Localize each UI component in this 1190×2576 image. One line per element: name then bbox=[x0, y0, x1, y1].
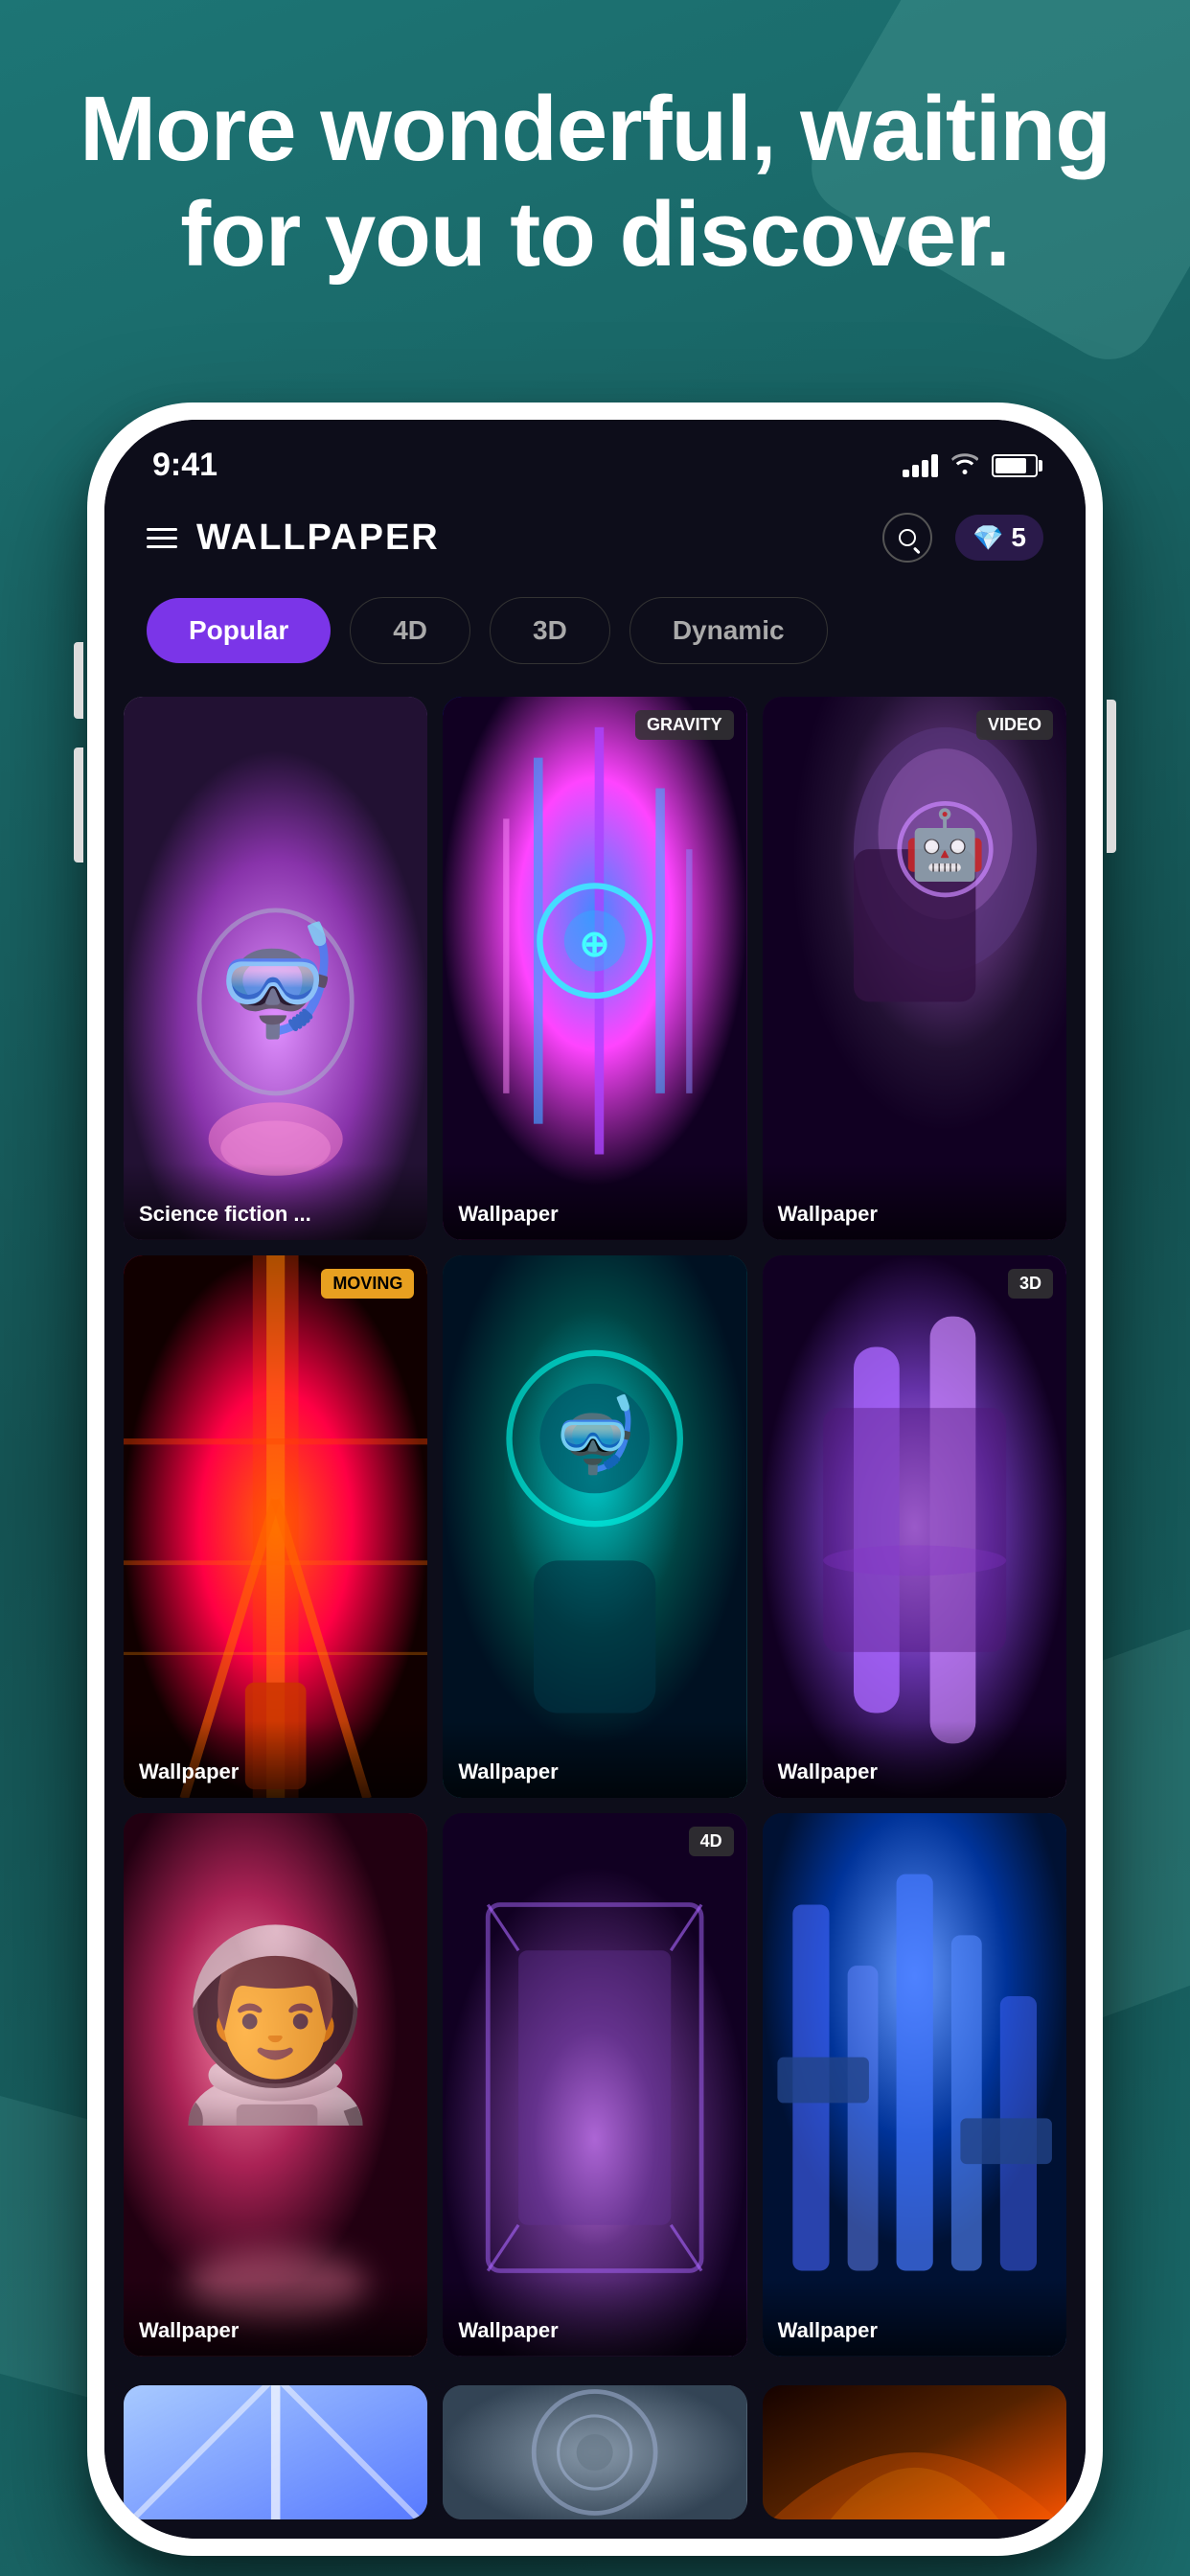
tab-4d[interactable]: 4D bbox=[350, 597, 470, 664]
wallpaper-item-7[interactable]: 👨‍🚀 Wallpaper bbox=[124, 1813, 427, 2357]
wallpaper-label-7: Wallpaper bbox=[124, 2280, 427, 2357]
wallpaper-name-5: Wallpaper bbox=[458, 1760, 558, 1783]
app-header: WALLPAPER 💎 5 bbox=[104, 494, 1086, 582]
wallpaper-item-9[interactable]: Wallpaper bbox=[763, 1813, 1066, 2357]
wallpaper-item-1[interactable]: 🤿 Science fiction ... bbox=[124, 697, 427, 1240]
status-time: 9:41 bbox=[152, 447, 217, 484]
tab-dynamic[interactable]: Dynamic bbox=[629, 597, 828, 664]
video-badge: VIDEO bbox=[976, 710, 1053, 740]
svg-text:⊕: ⊕ bbox=[580, 924, 610, 965]
wallpaper-label-1: Science fiction ... bbox=[124, 1163, 427, 1240]
svg-text:🤖: 🤖 bbox=[904, 806, 987, 883]
status-icons bbox=[903, 450, 1038, 481]
search-button[interactable] bbox=[882, 513, 932, 563]
svg-text:🤿: 🤿 bbox=[209, 920, 342, 1041]
search-icon bbox=[899, 529, 916, 546]
header-actions: 💎 5 bbox=[882, 513, 1043, 563]
svg-text:🤿: 🤿 bbox=[549, 1392, 640, 1476]
tab-popular[interactable]: Popular bbox=[147, 598, 331, 663]
wallpaper-name-2: Wallpaper bbox=[458, 1202, 558, 1226]
partial-wallpaper-1[interactable] bbox=[124, 2385, 427, 2519]
wallpaper-name-8: Wallpaper bbox=[458, 2318, 558, 2342]
wallpaper-item-6[interactable]: 3D Wallpaper bbox=[763, 1255, 1066, 1799]
wallpaper-label-5: Wallpaper bbox=[443, 1721, 746, 1798]
hero-heading: More wonderful, waiting for you to disco… bbox=[77, 77, 1113, 288]
wallpaper-item-5[interactable]: 🤿 Wallpaper bbox=[443, 1255, 746, 1799]
wallpaper-item-2[interactable]: ⊕ GRAVITY Wallpaper bbox=[443, 697, 746, 1240]
wifi-icon bbox=[951, 450, 978, 481]
tab-3d[interactable]: 3D bbox=[490, 597, 610, 664]
3d-badge: 3D bbox=[1008, 1269, 1053, 1299]
volume-down-button bbox=[74, 748, 83, 862]
phone-mockup: 9:41 bbox=[87, 402, 1103, 2556]
wallpaper-label-2: Wallpaper bbox=[443, 1163, 746, 1240]
phone-frame: 9:41 bbox=[87, 402, 1103, 2556]
power-button bbox=[1107, 700, 1116, 853]
volume-up-button bbox=[74, 642, 83, 719]
battery-icon bbox=[992, 454, 1038, 477]
moving-badge: MOVING bbox=[321, 1269, 414, 1299]
wallpaper-item-8[interactable]: 4D Wallpaper bbox=[443, 1813, 746, 2357]
gems-count: 5 bbox=[1011, 522, 1026, 553]
wallpaper-label-3: Wallpaper bbox=[763, 1163, 1066, 1240]
partial-row bbox=[104, 2385, 1086, 2539]
gem-icon: 💎 bbox=[973, 523, 1003, 553]
wallpaper-label-8: Wallpaper bbox=[443, 2280, 746, 2357]
menu-button[interactable] bbox=[147, 528, 177, 548]
partial-wallpaper-2[interactable] bbox=[443, 2385, 746, 2519]
wallpaper-name-9: Wallpaper bbox=[778, 2318, 878, 2342]
wallpaper-name-6: Wallpaper bbox=[778, 1760, 878, 1783]
filter-tabs: Popular 4D 3D Dynamic bbox=[104, 582, 1086, 687]
hero-section: More wonderful, waiting for you to disco… bbox=[0, 77, 1190, 288]
phone-screen: 9:41 bbox=[104, 420, 1086, 2539]
app-title: WALLPAPER bbox=[196, 518, 863, 559]
wallpaper-name-1: Science fiction ... bbox=[139, 1202, 311, 1226]
status-bar: 9:41 bbox=[104, 420, 1086, 494]
wallpaper-grid: 🤿 Science fiction ... bbox=[104, 687, 1086, 2385]
wallpaper-label-4: Wallpaper bbox=[124, 1721, 427, 1798]
partial-wallpaper-3[interactable] bbox=[763, 2385, 1066, 2519]
wallpaper-name-4: Wallpaper bbox=[139, 1760, 239, 1783]
wallpaper-name-3: Wallpaper bbox=[778, 1202, 878, 1226]
wallpaper-label-6: Wallpaper bbox=[763, 1721, 1066, 1798]
4d-badge: 4D bbox=[689, 1827, 734, 1856]
wallpaper-name-7: Wallpaper bbox=[139, 2318, 239, 2342]
wallpaper-item-4[interactable]: MOVING Wallpaper bbox=[124, 1255, 427, 1799]
gravity-badge: GRAVITY bbox=[635, 710, 734, 740]
gems-badge[interactable]: 💎 5 bbox=[955, 515, 1043, 561]
wallpaper-label-9: Wallpaper bbox=[763, 2280, 1066, 2357]
signal-icon bbox=[903, 454, 938, 477]
wallpaper-item-3[interactable]: 🤖 VIDEO Wallpaper bbox=[763, 697, 1066, 1240]
svg-text:👨‍🚀: 👨‍🚀 bbox=[162, 1921, 390, 2128]
